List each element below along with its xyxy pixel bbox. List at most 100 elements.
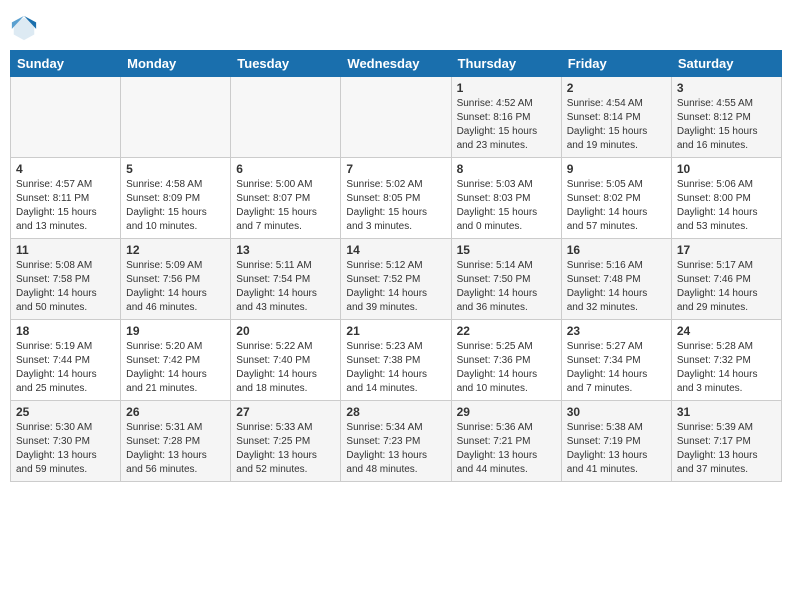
calendar-cell: 31 Sunrise: 5:39 AMSunset: 7:17 PMDayligh… bbox=[671, 401, 781, 482]
day-number: 31 bbox=[677, 405, 776, 419]
day-info: Sunrise: 5:34 AMSunset: 7:23 PMDaylight:… bbox=[346, 421, 445, 477]
day-number: 23 bbox=[567, 324, 666, 338]
day-info: Sunrise: 5:03 AMSunset: 8:03 PMDaylight:… bbox=[457, 178, 556, 234]
calendar-cell: 5 Sunrise: 4:58 AMSunset: 8:09 PMDaylight… bbox=[121, 158, 231, 239]
day-info: Sunrise: 4:57 AMSunset: 8:11 PMDaylight:… bbox=[16, 178, 115, 234]
day-number: 13 bbox=[236, 243, 335, 257]
day-info: Sunrise: 5:09 AMSunset: 7:56 PMDaylight:… bbox=[126, 259, 225, 315]
day-number: 27 bbox=[236, 405, 335, 419]
day-number: 6 bbox=[236, 162, 335, 176]
day-number: 25 bbox=[16, 405, 115, 419]
logo-icon bbox=[10, 14, 38, 42]
calendar-cell: 29 Sunrise: 5:36 AMSunset: 7:21 PMDayligh… bbox=[451, 401, 561, 482]
day-number: 19 bbox=[126, 324, 225, 338]
calendar-cell: 16 Sunrise: 5:16 AMSunset: 7:48 PMDayligh… bbox=[561, 239, 671, 320]
day-number: 1 bbox=[457, 81, 556, 95]
day-info: Sunrise: 5:12 AMSunset: 7:52 PMDaylight:… bbox=[346, 259, 445, 315]
day-number: 30 bbox=[567, 405, 666, 419]
calendar-cell: 3 Sunrise: 4:55 AMSunset: 8:12 PMDaylight… bbox=[671, 77, 781, 158]
calendar-cell: 22Sunrise: 5:25 AMSunset: 7:36 PMDayligh… bbox=[451, 320, 561, 401]
day-number: 2 bbox=[567, 81, 666, 95]
day-header-sunday: Sunday bbox=[11, 51, 121, 77]
day-number: 15 bbox=[457, 243, 556, 257]
day-info: Sunrise: 5:31 AMSunset: 7:28 PMDaylight:… bbox=[126, 421, 225, 477]
day-info: Sunrise: 5:36 AMSunset: 7:21 PMDaylight:… bbox=[457, 421, 556, 477]
calendar-cell: 7 Sunrise: 5:02 AMSunset: 8:05 PMDaylight… bbox=[341, 158, 451, 239]
day-header-monday: Monday bbox=[121, 51, 231, 77]
day-info: Sunrise: 4:55 AMSunset: 8:12 PMDaylight:… bbox=[677, 97, 776, 153]
day-number: 28 bbox=[346, 405, 445, 419]
calendar-cell: 6 Sunrise: 5:00 AMSunset: 8:07 PMDaylight… bbox=[231, 158, 341, 239]
calendar-cell: 2 Sunrise: 4:54 AMSunset: 8:14 PMDaylight… bbox=[561, 77, 671, 158]
day-info: Sunrise: 5:16 AMSunset: 7:48 PMDaylight:… bbox=[567, 259, 666, 315]
day-number: 22 bbox=[457, 324, 556, 338]
day-info: Sunrise: 5:28 AMSunset: 7:32 PMDaylight:… bbox=[677, 340, 776, 396]
calendar-cell: 24 Sunrise: 5:28 AMSunset: 7:32 PMDayligh… bbox=[671, 320, 781, 401]
calendar-header-row: SundayMondayTuesdayWednesdayThursdayFrid… bbox=[11, 51, 782, 77]
day-number: 12 bbox=[126, 243, 225, 257]
calendar-cell: 27 Sunrise: 5:33 AMSunset: 7:25 PMDayligh… bbox=[231, 401, 341, 482]
day-info: Sunrise: 5:06 AMSunset: 8:00 PMDaylight:… bbox=[677, 178, 776, 234]
day-number: 29 bbox=[457, 405, 556, 419]
day-info: Sunrise: 5:22 AMSunset: 7:40 PMDaylight:… bbox=[236, 340, 335, 396]
day-number: 21 bbox=[346, 324, 445, 338]
calendar-cell: 25 Sunrise: 5:30 AMSunset: 7:30 PMDayligh… bbox=[11, 401, 121, 482]
day-number: 7 bbox=[346, 162, 445, 176]
calendar-cell bbox=[11, 77, 121, 158]
calendar-cell: 12 Sunrise: 5:09 AMSunset: 7:56 PMDayligh… bbox=[121, 239, 231, 320]
page-header bbox=[10, 10, 782, 42]
day-header-saturday: Saturday bbox=[671, 51, 781, 77]
calendar-week-1: 1Sunrise: 4:52 AMSunset: 8:16 PMDaylight… bbox=[11, 77, 782, 158]
day-info: Sunrise: 5:23 AMSunset: 7:38 PMDaylight:… bbox=[346, 340, 445, 396]
calendar-cell: 18 Sunrise: 5:19 AMSunset: 7:44 PMDayligh… bbox=[11, 320, 121, 401]
day-info: Sunrise: 5:05 AMSunset: 8:02 PMDaylight:… bbox=[567, 178, 666, 234]
calendar-cell: 28 Sunrise: 5:34 AMSunset: 7:23 PMDayligh… bbox=[341, 401, 451, 482]
day-number: 17 bbox=[677, 243, 776, 257]
day-header-friday: Friday bbox=[561, 51, 671, 77]
day-number: 3 bbox=[677, 81, 776, 95]
calendar-week-2: 4Sunrise: 4:57 AMSunset: 8:11 PMDaylight… bbox=[11, 158, 782, 239]
calendar-cell bbox=[341, 77, 451, 158]
day-info: Sunrise: 5:11 AMSunset: 7:54 PMDaylight:… bbox=[236, 259, 335, 315]
calendar-cell: 26 Sunrise: 5:31 AMSunset: 7:28 PMDayligh… bbox=[121, 401, 231, 482]
calendar-cell: 13 Sunrise: 5:11 AMSunset: 7:54 PMDayligh… bbox=[231, 239, 341, 320]
day-number: 5 bbox=[126, 162, 225, 176]
day-info: Sunrise: 5:39 AMSunset: 7:17 PMDaylight:… bbox=[677, 421, 776, 477]
day-info: Sunrise: 4:58 AMSunset: 8:09 PMDaylight:… bbox=[126, 178, 225, 234]
day-info: Sunrise: 5:30 AMSunset: 7:30 PMDaylight:… bbox=[16, 421, 115, 477]
day-info: Sunrise: 5:33 AMSunset: 7:25 PMDaylight:… bbox=[236, 421, 335, 477]
logo bbox=[10, 14, 42, 42]
day-info: Sunrise: 5:00 AMSunset: 8:07 PMDaylight:… bbox=[236, 178, 335, 234]
day-header-thursday: Thursday bbox=[451, 51, 561, 77]
day-number: 20 bbox=[236, 324, 335, 338]
day-number: 26 bbox=[126, 405, 225, 419]
calendar-cell bbox=[231, 77, 341, 158]
calendar-week-5: 25 Sunrise: 5:30 AMSunset: 7:30 PMDayligh… bbox=[11, 401, 782, 482]
day-info: Sunrise: 5:19 AMSunset: 7:44 PMDaylight:… bbox=[16, 340, 115, 396]
calendar-cell: 23Sunrise: 5:27 AMSunset: 7:34 PMDayligh… bbox=[561, 320, 671, 401]
day-header-wednesday: Wednesday bbox=[341, 51, 451, 77]
day-info: Sunrise: 5:08 AMSunset: 7:58 PMDaylight:… bbox=[16, 259, 115, 315]
day-info: Sunrise: 5:02 AMSunset: 8:05 PMDaylight:… bbox=[346, 178, 445, 234]
day-info: Sunrise: 4:54 AMSunset: 8:14 PMDaylight:… bbox=[567, 97, 666, 153]
day-number: 18 bbox=[16, 324, 115, 338]
day-number: 16 bbox=[567, 243, 666, 257]
day-number: 9 bbox=[567, 162, 666, 176]
calendar-cell: 30 Sunrise: 5:38 AMSunset: 7:19 PMDayligh… bbox=[561, 401, 671, 482]
calendar-table: SundayMondayTuesdayWednesdayThursdayFrid… bbox=[10, 50, 782, 482]
day-number: 24 bbox=[677, 324, 776, 338]
calendar-cell bbox=[121, 77, 231, 158]
day-info: Sunrise: 5:14 AMSunset: 7:50 PMDaylight:… bbox=[457, 259, 556, 315]
day-number: 10 bbox=[677, 162, 776, 176]
calendar-cell: 9 Sunrise: 5:05 AMSunset: 8:02 PMDaylight… bbox=[561, 158, 671, 239]
calendar-cell: 17Sunrise: 5:17 AMSunset: 7:46 PMDayligh… bbox=[671, 239, 781, 320]
day-info: Sunrise: 5:38 AMSunset: 7:19 PMDaylight:… bbox=[567, 421, 666, 477]
day-number: 8 bbox=[457, 162, 556, 176]
day-info: Sunrise: 5:20 AMSunset: 7:42 PMDaylight:… bbox=[126, 340, 225, 396]
calendar-cell: 14 Sunrise: 5:12 AMSunset: 7:52 PMDayligh… bbox=[341, 239, 451, 320]
calendar-cell: 21 Sunrise: 5:23 AMSunset: 7:38 PMDayligh… bbox=[341, 320, 451, 401]
day-number: 14 bbox=[346, 243, 445, 257]
calendar-cell: 8 Sunrise: 5:03 AMSunset: 8:03 PMDaylight… bbox=[451, 158, 561, 239]
calendar-week-3: 11Sunrise: 5:08 AMSunset: 7:58 PMDayligh… bbox=[11, 239, 782, 320]
day-header-tuesday: Tuesday bbox=[231, 51, 341, 77]
